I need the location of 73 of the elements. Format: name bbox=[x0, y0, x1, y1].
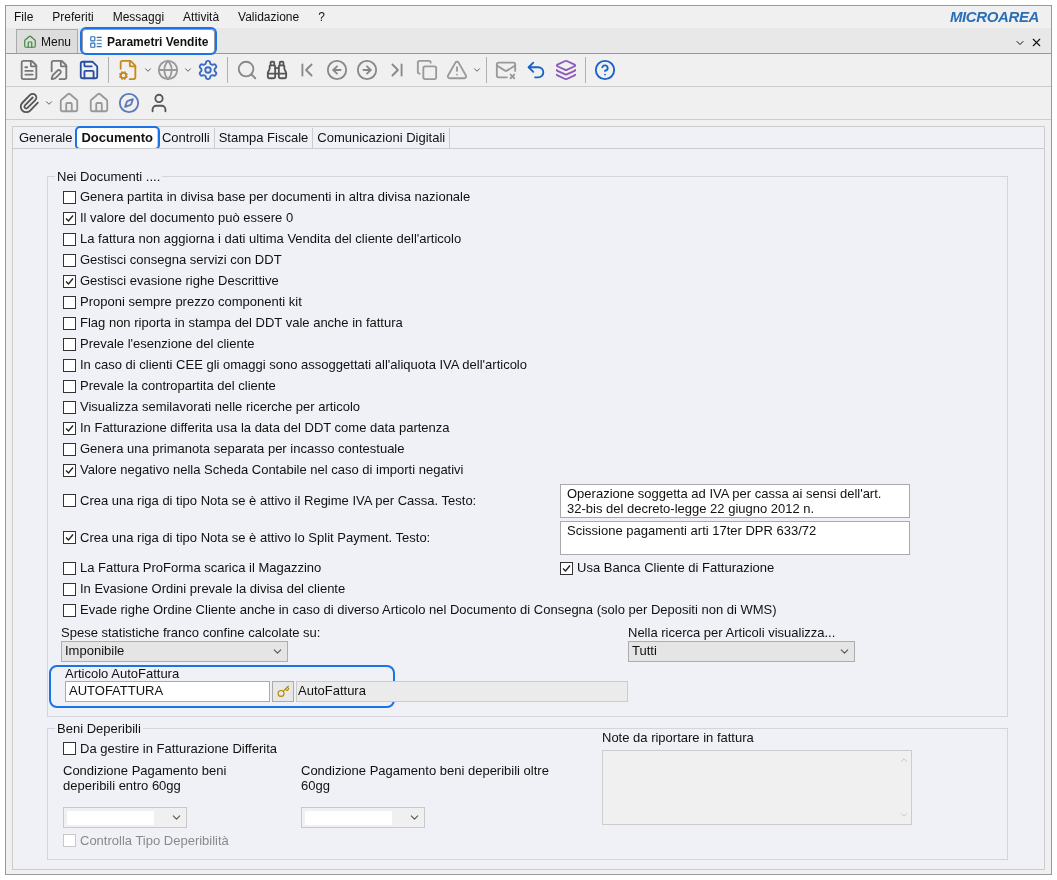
description-field: AutoFattura bbox=[296, 680, 628, 702]
menu-item[interactable]: Validazione bbox=[238, 8, 300, 26]
checkbox[interactable] bbox=[63, 561, 76, 575]
note-field[interactable]: Operazione soggetta ad IVA per cassa ai sensi dell'art. 32-bis del decreto-legge 22 giugno 2012 n. bbox=[560, 483, 910, 518]
notes-field[interactable] bbox=[602, 749, 912, 825]
checkbox[interactable] bbox=[63, 742, 76, 755]
field-label: Spese statistiche franco confine calcolate su: bbox=[61, 623, 322, 641]
checkbox[interactable] bbox=[63, 190, 76, 204]
field-label: Condizione Pagamento beni deperibili entro 60gg bbox=[63, 763, 228, 793]
checkbox-label: Flag non riporta in stampa del DDT vale anche in fattura bbox=[80, 314, 403, 333]
checkbox-label: Prevale l'esenzione del cliente bbox=[80, 335, 255, 354]
page-tab[interactable]: Documento bbox=[77, 128, 158, 148]
checkbox[interactable] bbox=[63, 337, 76, 351]
dropdown[interactable]: Imponibile bbox=[61, 640, 288, 662]
checkbox[interactable] bbox=[63, 531, 76, 544]
checkbox-label: Usa Banca Cliente di Fatturazione bbox=[577, 559, 775, 578]
checkbox[interactable] bbox=[63, 295, 76, 309]
checkbox-label: Crea una riga di tipo Nota se è attivo lo Split Payment. Testo: bbox=[80, 528, 431, 547]
checkbox[interactable] bbox=[63, 400, 76, 414]
checkbox-label: Genera partita in divisa base per documenti in altra divisa nazionale bbox=[80, 188, 471, 207]
note-field[interactable]: Scissione pagamenti arti 17ter DPR 633/72 bbox=[560, 520, 910, 555]
dropdown[interactable]: Tutti bbox=[628, 640, 855, 662]
checkbox-label: In Fatturazione differita usa la data del DDT come data partenza bbox=[80, 419, 450, 438]
checkbox[interactable] bbox=[63, 494, 76, 507]
logo: MICROAREA bbox=[949, 6, 1039, 27]
field-label: Articolo AutoFattura bbox=[65, 666, 181, 681]
checkbox-label: La fattura non aggiorna i dati ultima Vendita del cliente dell'articolo bbox=[80, 230, 462, 249]
checkbox-label: Da gestire in Fatturazione Differita bbox=[80, 739, 278, 758]
checkbox[interactable] bbox=[63, 316, 76, 330]
checkbox-label: In caso di clienti CEE gli omaggi sono assoggettati all'aliquota IVA dell'articolo bbox=[80, 356, 527, 375]
close-icon[interactable] bbox=[1030, 36, 1043, 49]
house-icon bbox=[23, 34, 37, 49]
checkbox-label: Il valore del documento può essere 0 bbox=[80, 209, 294, 228]
checkbox[interactable] bbox=[63, 463, 76, 477]
checkbox-label: In Evasione Ordini prevale la divisa del cliente bbox=[80, 580, 346, 599]
field-label: Condizione Pagamento beni deperibili oltre 60gg bbox=[301, 763, 550, 793]
checkbox-label: Visualizza semilavorati nelle ricerche per articolo bbox=[80, 398, 361, 417]
checkbox-label: Genera una primanota separata per incasso contestuale bbox=[80, 440, 405, 459]
checkbox-label: Gestisci evasione righe Descrittive bbox=[80, 272, 279, 291]
checkbox[interactable] bbox=[63, 274, 76, 288]
group-title: Nei Documenti .... bbox=[56, 168, 162, 186]
checkbox[interactable] bbox=[560, 561, 573, 575]
checkbox[interactable] bbox=[63, 358, 76, 372]
menu-item[interactable]: ? bbox=[318, 8, 325, 26]
checkbox-label: Crea una riga di tipo Nota se è attivo il Regime IVA per Cassa. Testo: bbox=[80, 491, 477, 510]
checkbox-label: Proponi sempre prezzo componenti kit bbox=[80, 293, 302, 312]
field-label: Note da riportare in fattura bbox=[602, 729, 755, 747]
checkbox-label: Evade righe Ordine Cliente anche in caso di diverso Articolo nel Documento di Consegna (solo per Depositi non di WMS) bbox=[80, 601, 777, 620]
lookup-button[interactable] bbox=[272, 680, 294, 702]
checkbox-label: Prevale la contropartita del cliente bbox=[80, 377, 276, 396]
field-label: Nella ricerca per Articoli visualizza... bbox=[628, 623, 837, 641]
checkbox[interactable] bbox=[63, 379, 76, 393]
checkbox[interactable] bbox=[63, 421, 76, 435]
menu-item[interactable]: File bbox=[14, 8, 34, 26]
menu-item[interactable]: Preferiti bbox=[52, 8, 94, 26]
document-tab[interactable]: Parametri Vendite bbox=[82, 29, 216, 53]
checkbox-label: Gestisci consegna servizi con DDT bbox=[80, 251, 282, 270]
checkbox[interactable] bbox=[63, 442, 76, 456]
key-icon bbox=[276, 684, 290, 698]
menu-item[interactable]: Messaggi bbox=[112, 8, 165, 26]
checkbox[interactable] bbox=[63, 232, 76, 246]
menu-item[interactable]: Attività bbox=[183, 8, 220, 26]
checkbox[interactable] bbox=[63, 211, 76, 225]
checkbox[interactable] bbox=[63, 582, 76, 596]
checkbox-label: La Fattura ProForma scarica il Magazzino bbox=[80, 559, 322, 578]
checkbox-label: Valore negativo nella Scheda Contabile nel caso di importi negativi bbox=[80, 461, 464, 480]
form-icon bbox=[89, 34, 104, 49]
article-code-field[interactable]: AUTOFATTURA bbox=[65, 680, 270, 702]
checkbox[interactable] bbox=[63, 253, 76, 267]
group-title: Beni Deperibili bbox=[56, 719, 142, 738]
document-tab[interactable]: Menu bbox=[16, 29, 79, 53]
checkbox-label: Controlla Tipo Deperibilità bbox=[80, 831, 229, 850]
checkbox[interactable] bbox=[63, 603, 76, 617]
